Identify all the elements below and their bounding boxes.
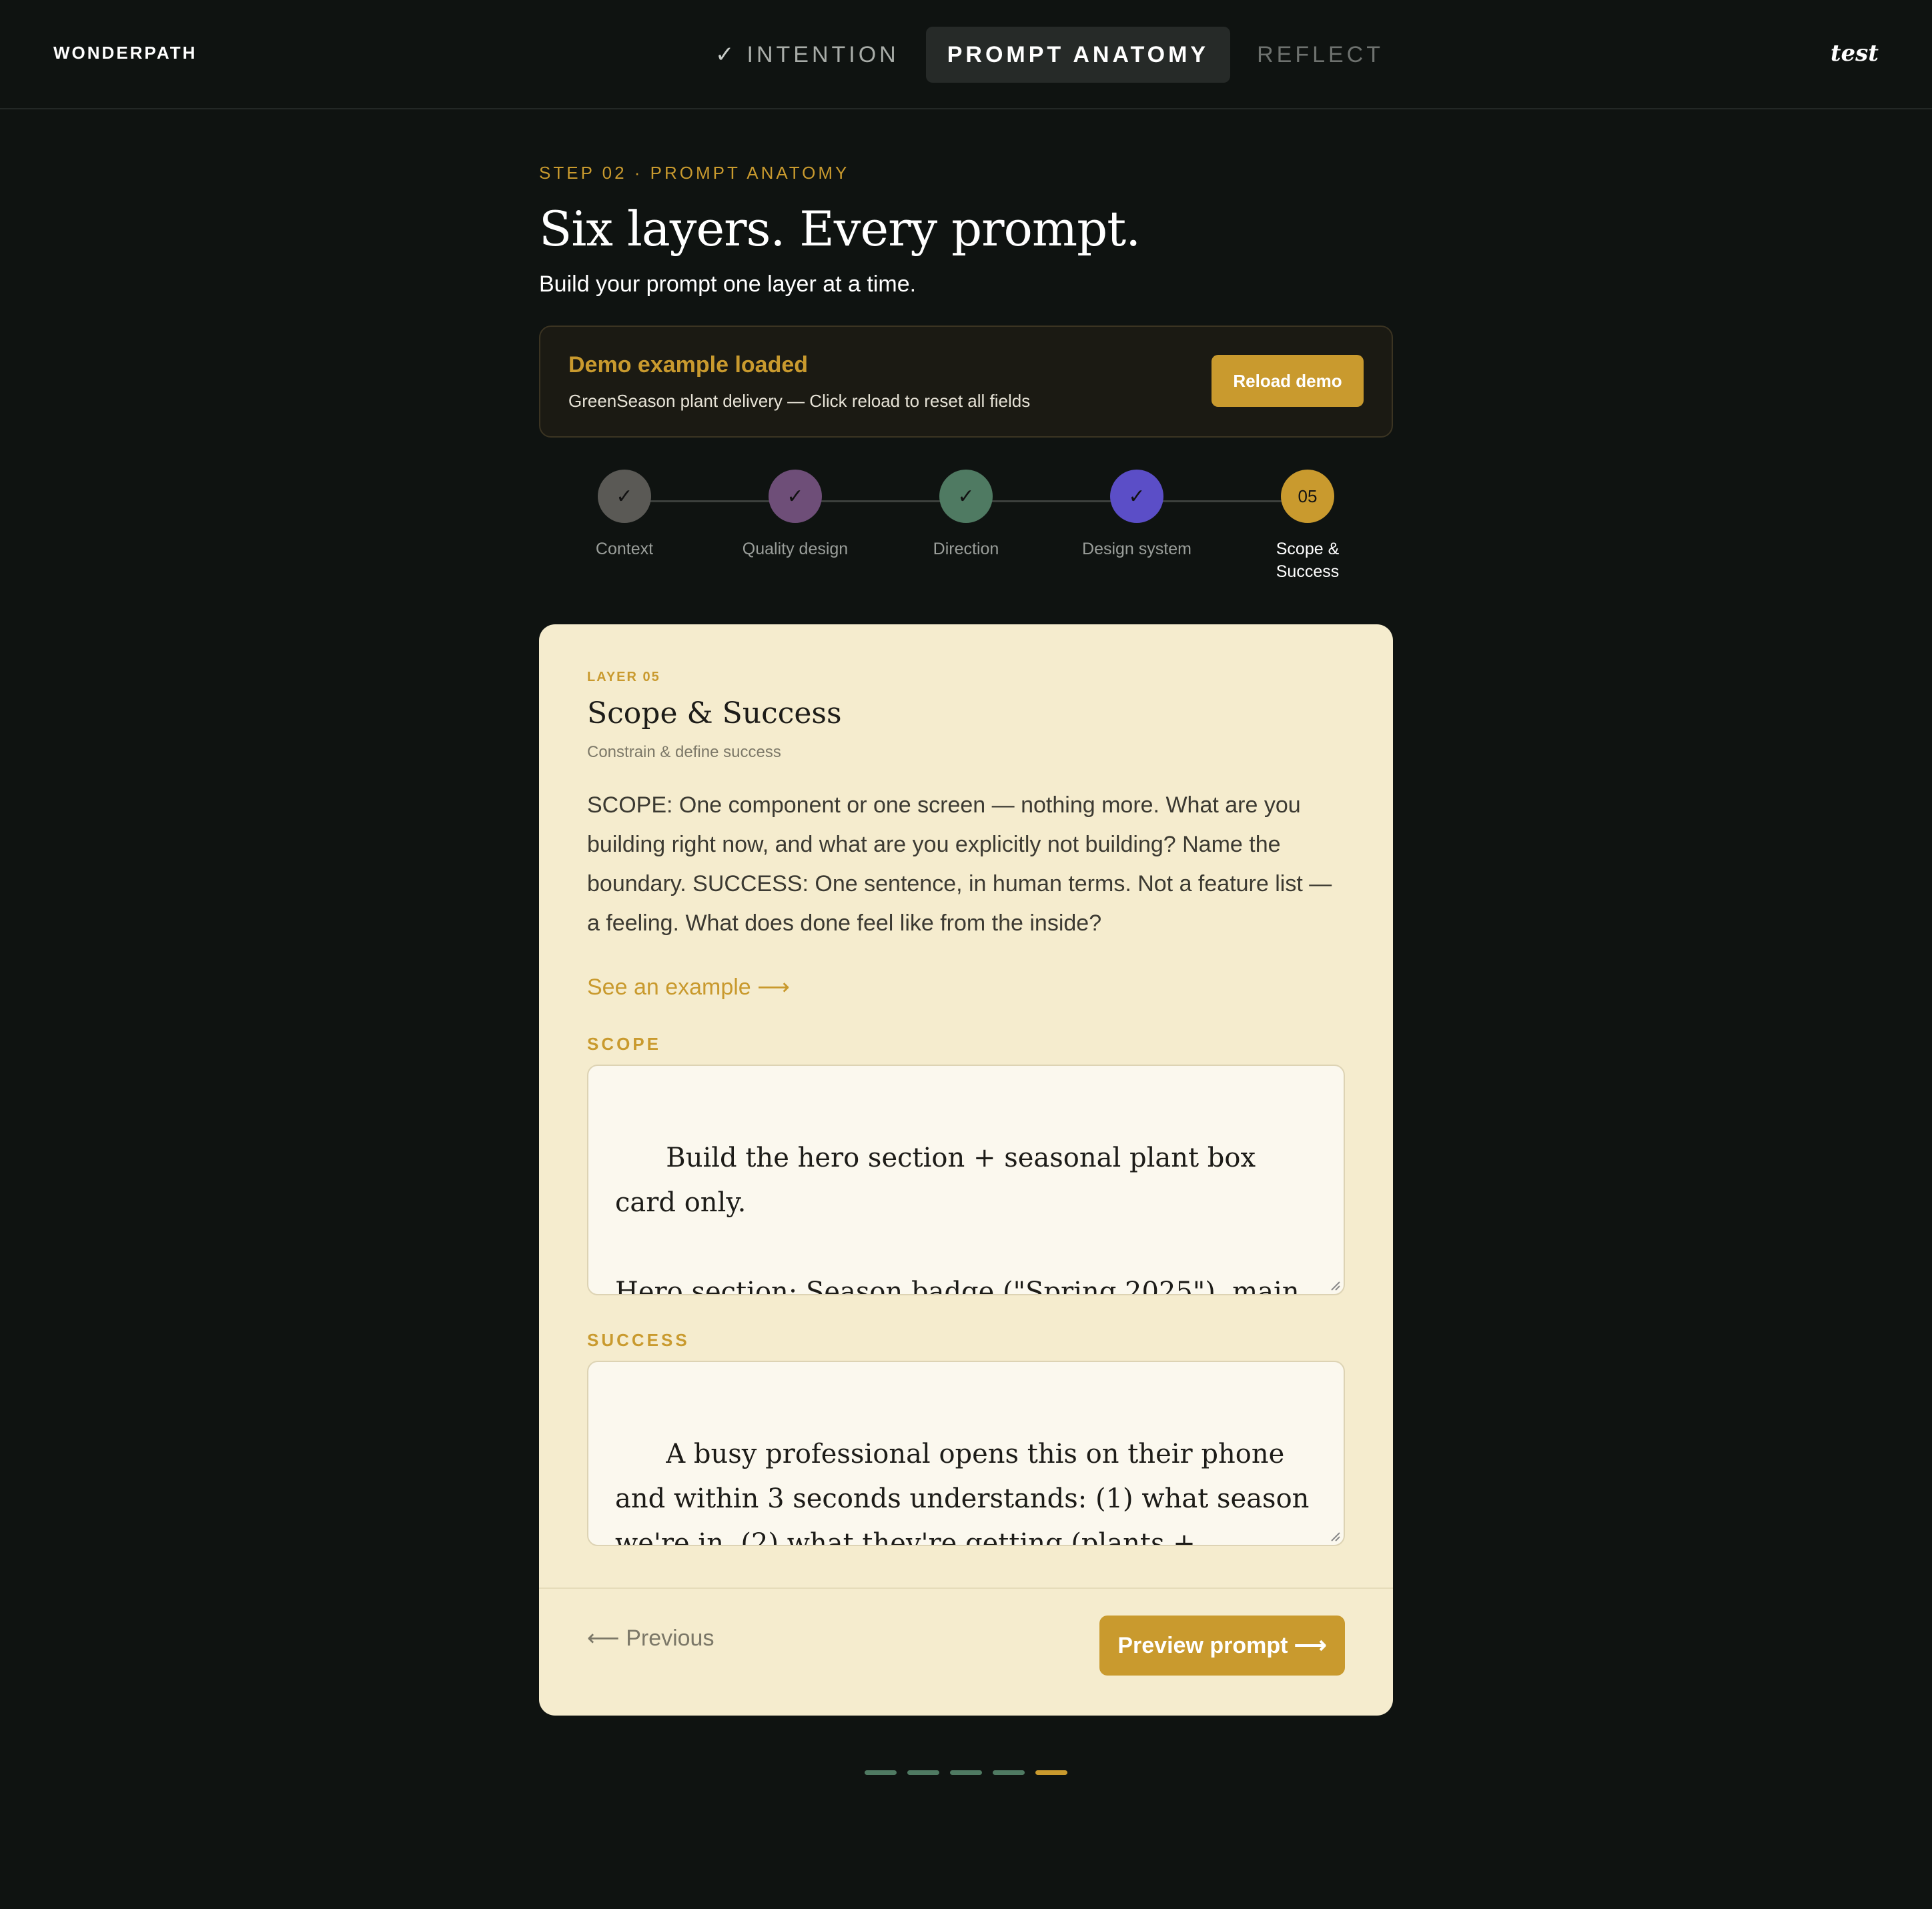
step-label: Direction	[933, 540, 999, 558]
top-bar: WONDERPATH ✓ INTENTION PROMPT ANATOMY RE…	[0, 0, 1932, 109]
step-label: Scope & Success	[1276, 540, 1340, 581]
check-icon: ✓	[769, 470, 822, 523]
step-number: 05	[1281, 470, 1334, 523]
step-context[interactable]: ✓ Context	[544, 470, 704, 560]
step-eyebrow: STEP 02 · PROMPT ANATOMY	[539, 163, 850, 183]
progress-dash	[907, 1770, 939, 1775]
progress-dash	[865, 1770, 897, 1775]
step-label: Quality design	[742, 540, 849, 558]
step-label: Design system	[1082, 540, 1191, 558]
progress-dash	[993, 1770, 1025, 1775]
check-icon: ✓	[939, 470, 993, 523]
success-label: SUCCESS	[587, 1330, 690, 1350]
previous-button[interactable]: ⟵ Previous	[587, 1625, 714, 1652]
layer-card: LAYER 05 Scope & Success Constrain & def…	[539, 624, 1393, 1716]
demo-banner: Demo example loaded GreenSeason plant de…	[539, 326, 1393, 438]
resize-grip-icon[interactable]	[1329, 1279, 1341, 1291]
card-divider	[539, 1587, 1393, 1589]
tab-reflect[interactable]: REFLECT	[1236, 27, 1405, 83]
layer-title: Scope & Success	[587, 696, 842, 730]
user-name[interactable]: test	[1831, 40, 1879, 67]
step-scope-success[interactable]: 05 Scope & Success	[1228, 470, 1388, 583]
page-subtitle: Build your prompt one layer at a time.	[539, 271, 917, 297]
reload-demo-button[interactable]: Reload demo	[1212, 355, 1364, 407]
layer-subtitle: Constrain & define success	[587, 743, 781, 761]
progress-dash	[1035, 1770, 1067, 1775]
layer-stepper: ✓ Context ✓ Quality design ✓ Direction ✓…	[539, 438, 1393, 624]
layer-tag: LAYER 05	[587, 670, 660, 684]
progress-dash	[950, 1770, 982, 1775]
tab-prompt-anatomy[interactable]: PROMPT ANATOMY	[925, 27, 1231, 83]
progress-indicator	[865, 1770, 1067, 1775]
check-icon: ✓	[1110, 470, 1163, 523]
tab-reflect-label: REFLECT	[1257, 41, 1384, 67]
step-label: Context	[595, 540, 654, 558]
check-icon: ✓	[715, 42, 738, 67]
step-navigation: ✓ INTENTION PROMPT ANATOMY REFLECT	[694, 27, 1405, 83]
step-quality-design[interactable]: ✓ Quality design	[715, 470, 875, 560]
step-direction[interactable]: ✓ Direction	[886, 470, 1046, 560]
tab-intention-label: INTENTION	[747, 41, 899, 67]
success-text: A busy professional opens this on their …	[615, 1439, 1310, 1546]
demo-description: GreenSeason plant delivery — Click reloa…	[568, 391, 1031, 411]
main-content: STEP 02 · PROMPT ANATOMY Six layers. Eve…	[539, 109, 1393, 1716]
check-icon: ✓	[598, 470, 651, 523]
scope-text: Build the hero section + seasonal plant …	[615, 1143, 1300, 1295]
tab-intention[interactable]: ✓ INTENTION	[694, 27, 921, 83]
see-example-link[interactable]: See an example ⟶	[587, 974, 790, 1001]
scope-textarea[interactable]: Build the hero section + seasonal plant …	[587, 1065, 1345, 1295]
resize-grip-icon[interactable]	[1329, 1530, 1341, 1542]
preview-prompt-button[interactable]: Preview prompt ⟶	[1099, 1616, 1345, 1676]
success-textarea[interactable]: A busy professional opens this on their …	[587, 1361, 1345, 1546]
demo-title: Demo example loaded	[568, 352, 809, 378]
tab-prompt-anatomy-label: PROMPT ANATOMY	[947, 41, 1210, 67]
page-title: Six layers. Every prompt.	[539, 201, 1141, 257]
brand-logo[interactable]: WONDERPATH	[53, 43, 197, 63]
step-design-system[interactable]: ✓ Design system	[1057, 470, 1217, 560]
scope-label: SCOPE	[587, 1034, 662, 1054]
layer-description: SCOPE: One component or one screen — not…	[587, 792, 1332, 936]
